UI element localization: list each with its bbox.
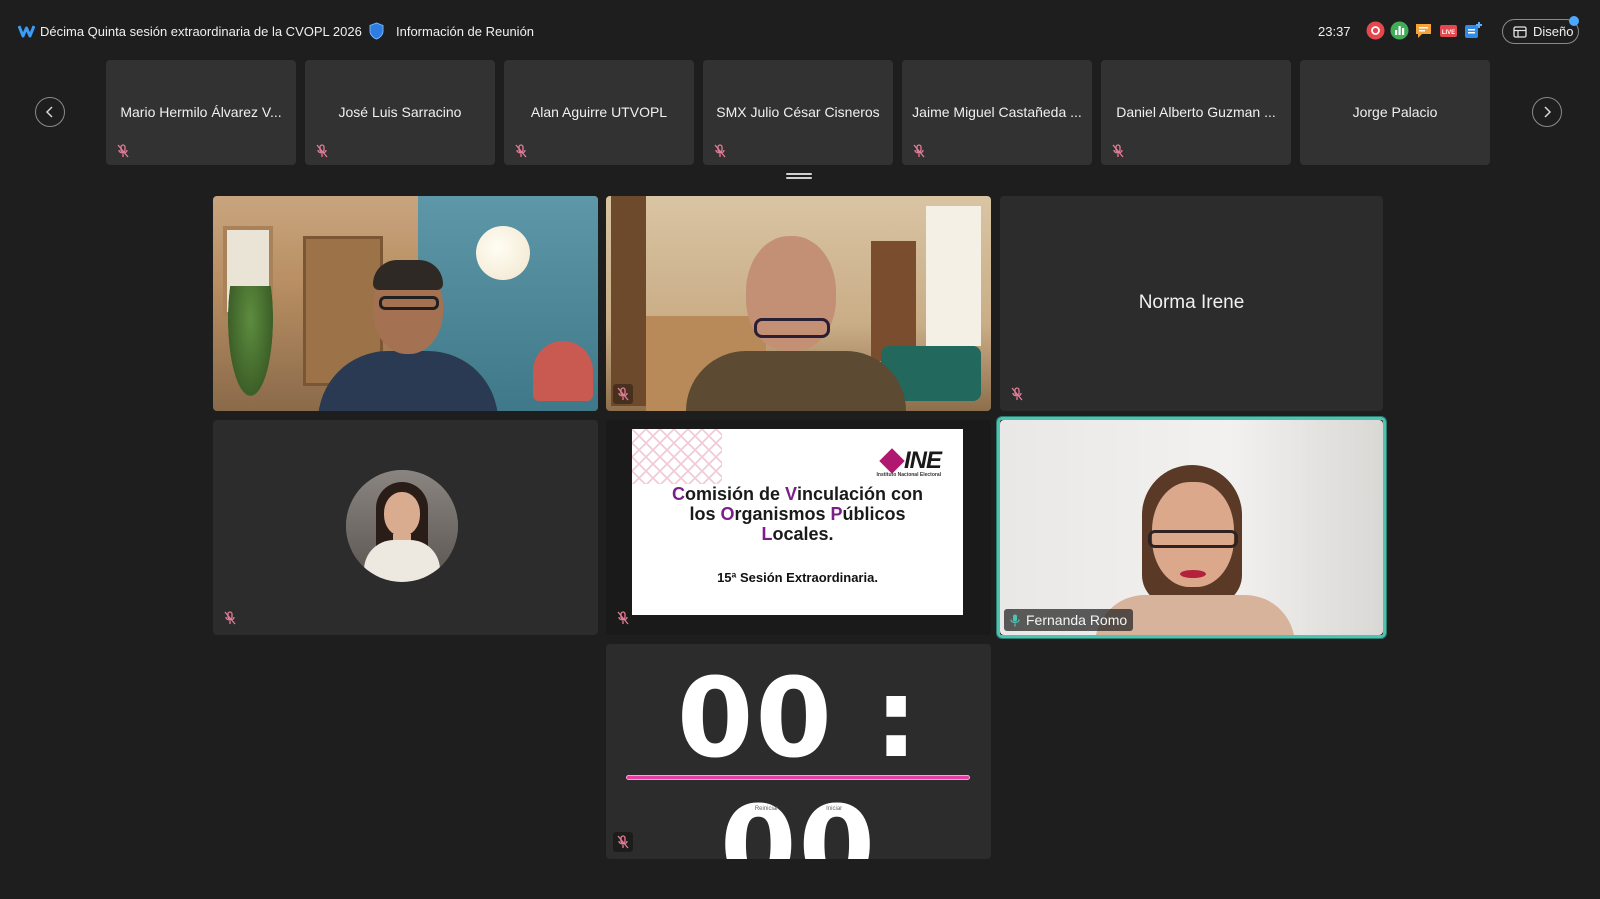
notification-dot — [1569, 16, 1579, 26]
participant-name: Jorge Palacio — [1352, 104, 1438, 120]
strip-participant-tile[interactable]: José Luis Sarracino — [305, 60, 495, 165]
meeting-clock: 23:37 — [1318, 24, 1351, 39]
participant-name: Alan Aguirre UTVOPL — [530, 104, 668, 120]
participant-video — [213, 196, 598, 411]
timer-controls: Reiniciar Iniciar — [606, 806, 991, 812]
participant-video — [1000, 420, 1383, 635]
video-tile[interactable] — [606, 196, 991, 411]
participant-name: Norma Irene — [1138, 292, 1245, 313]
slide-title: Comisión de Vinculación con los Organism… — [671, 484, 924, 544]
presentation-slide: INE Instituto Nacional Electoral Comisió… — [632, 429, 963, 615]
muted-mic-icon — [714, 144, 726, 158]
strip-participant-tile[interactable]: Daniel Alberto Guzman ... — [1101, 60, 1291, 165]
timer-start-button[interactable]: Iniciar — [826, 806, 842, 812]
layout-button[interactable]: Diseño — [1502, 19, 1579, 44]
apps-icon[interactable] — [1464, 21, 1483, 40]
muted-mic-icon — [1112, 144, 1124, 158]
strip-participant-tile[interactable]: Alan Aguirre UTVOPL — [504, 60, 694, 165]
muted-mic-icon — [1007, 384, 1027, 404]
participant-name: José Luis Sarracino — [338, 104, 462, 120]
strip-resize-handle[interactable] — [786, 173, 812, 180]
layout-button-label: Diseño — [1533, 24, 1574, 39]
speaker-name-label: Fernanda Romo — [1004, 609, 1134, 631]
avatar — [346, 470, 458, 582]
speaker-name: Fernanda Romo — [1026, 612, 1128, 628]
strip-participant-tile[interactable]: Jorge Palacio — [1300, 60, 1490, 165]
muted-mic-icon — [613, 384, 633, 404]
ine-diamond-icon — [879, 448, 905, 474]
timer-display: 00 : 00 — [676, 654, 921, 859]
shared-content-tile[interactable]: INE Instituto Nacional Electoral Comisió… — [606, 420, 991, 635]
ine-logo-subtext: Instituto Nacional Electoral — [876, 472, 941, 478]
record-icon[interactable] — [1366, 21, 1385, 40]
chevron-right-icon — [1544, 106, 1552, 118]
ine-logo-text: INE — [903, 447, 942, 474]
active-speaker-tile[interactable]: Fernanda Romo — [1000, 420, 1383, 635]
participant-tile[interactable]: Norma Irene — [1000, 196, 1383, 411]
svg-text:LIVE: LIVE — [1442, 30, 1455, 36]
participant-name: Jaime Miguel Castañeda ... — [912, 104, 1082, 120]
muted-mic-icon — [220, 608, 240, 628]
slide-subtitle: 15ª Sesión Extraordinaria. — [717, 570, 878, 585]
live-icon[interactable]: LIVE — [1439, 21, 1458, 40]
webex-logo-icon — [18, 25, 35, 38]
chat-icon[interactable] — [1414, 21, 1433, 40]
timer-progress-bar — [626, 775, 970, 780]
muted-mic-icon — [117, 144, 129, 158]
muted-mic-icon — [913, 144, 925, 158]
strip-participant-tile[interactable]: SMX Julio César Cisneros — [703, 60, 893, 165]
shield-icon[interactable] — [369, 22, 384, 40]
strip-prev-button[interactable] — [35, 97, 65, 127]
meeting-title: Décima Quinta sesión extraordinaria de l… — [40, 24, 362, 39]
timer-reset-button[interactable]: Reiniciar — [755, 806, 778, 812]
slide-pattern — [632, 429, 722, 484]
chevron-left-icon — [45, 106, 53, 118]
participant-name: Mario Hermilo Álvarez V... — [120, 104, 282, 120]
ine-logo: INE — [879, 447, 942, 475]
participant-video — [606, 196, 991, 411]
stats-icon[interactable] — [1390, 21, 1409, 40]
participant-name: Daniel Alberto Guzman ... — [1116, 104, 1276, 120]
muted-mic-icon — [613, 608, 633, 628]
meeting-info-link[interactable]: Información de Reunión — [396, 24, 534, 39]
muted-mic-icon — [316, 144, 328, 158]
timer-tile[interactable]: 00 : 00 Reiniciar Iniciar — [606, 644, 991, 859]
muted-mic-icon — [515, 144, 527, 158]
participant-tile[interactable] — [213, 420, 598, 635]
participant-name: SMX Julio César Cisneros — [716, 104, 880, 120]
muted-mic-icon — [613, 832, 633, 852]
layout-grid-icon — [1513, 25, 1527, 38]
top-bar: Décima Quinta sesión extraordinaria de l… — [0, 0, 1600, 62]
strip-participant-tile[interactable]: Mario Hermilo Álvarez V... — [106, 60, 296, 165]
strip-next-button[interactable] — [1532, 97, 1562, 127]
strip-participant-tile[interactable]: Jaime Miguel Castañeda ... — [902, 60, 1092, 165]
mic-icon — [1010, 614, 1020, 626]
video-tile[interactable] — [213, 196, 598, 411]
